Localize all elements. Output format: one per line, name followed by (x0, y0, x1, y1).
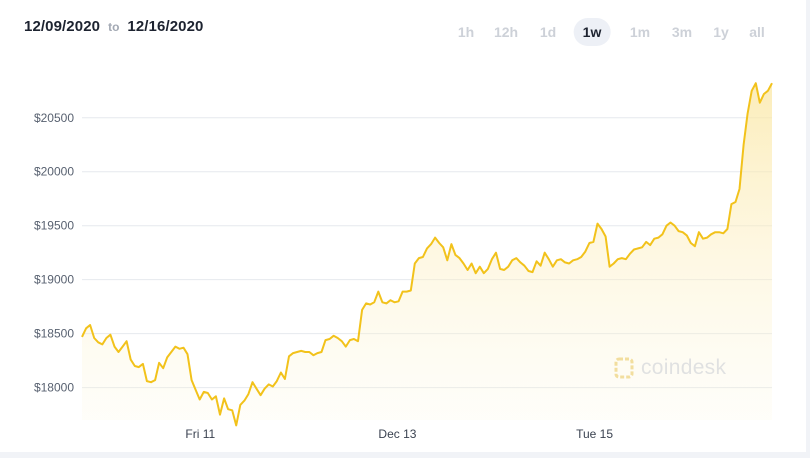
y-tick-label: $19000 (34, 273, 74, 287)
y-tick-label: $18500 (34, 327, 74, 341)
y-tick-label: $19500 (34, 219, 74, 233)
y-tick-label: $20000 (34, 165, 74, 179)
x-tick-label: Fri 11 (185, 427, 215, 441)
watermark-text: coindesk (641, 356, 727, 379)
coindesk-logo-icon (614, 357, 634, 379)
x-tick-label: Tue 15 (576, 427, 613, 441)
y-tick-label: $20500 (34, 111, 74, 125)
coindesk-watermark: coindesk (614, 356, 726, 380)
x-tick-label: Dec 13 (378, 427, 416, 441)
price-chart[interactable]: $18000 $18500 $19000 $19500 $20000 $20500 Fri… (0, 0, 810, 458)
y-tick-label: $18000 (34, 381, 74, 395)
